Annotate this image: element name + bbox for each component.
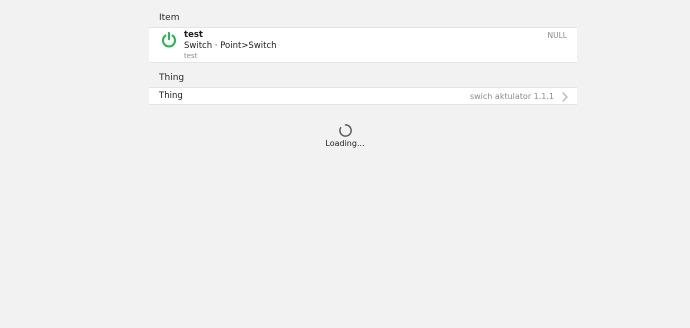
- chevron-right-icon: [562, 92, 568, 102]
- item-name: test: [184, 30, 203, 40]
- page: Item test Switch · Point>Switch test NUL…: [0, 0, 690, 328]
- item-type: Switch · Point>Switch: [184, 41, 277, 51]
- section-title-thing: Thing: [159, 73, 185, 83]
- loading-text: Loading...: [325, 139, 365, 148]
- item-state: NULL: [547, 31, 567, 40]
- item-label: test: [184, 52, 198, 60]
- section-title-item: Item: [159, 13, 180, 23]
- loading-indicator: Loading...: [0, 123, 690, 149]
- power-icon[interactable]: [160, 31, 178, 49]
- thing-row[interactable]: Thing swich aktulator 1.1.1: [149, 87, 577, 105]
- spinner-icon: [338, 124, 352, 137]
- thing-value: swich aktulator 1.1.1: [469, 92, 554, 101]
- item-row[interactable]: test Switch · Point>Switch test NULL: [149, 27, 577, 63]
- thing-label: Thing: [159, 91, 183, 101]
